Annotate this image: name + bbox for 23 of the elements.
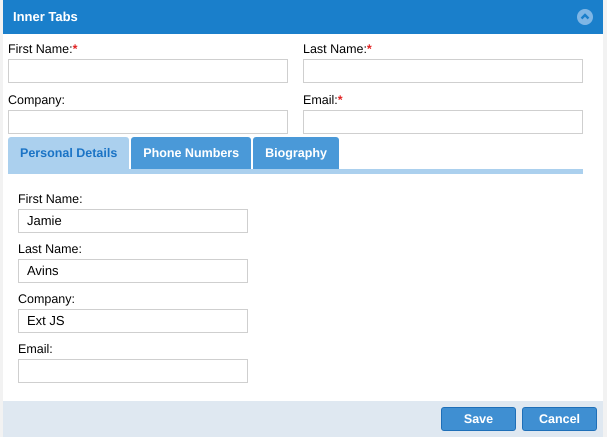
text-field[interactable] — [303, 110, 583, 134]
field-label: Last Name: — [18, 242, 83, 256]
save-button[interactable]: Save — [441, 406, 516, 431]
field-label: Email: — [18, 342, 54, 356]
field-label: First Name: — [18, 192, 84, 206]
panel-title: Inner Tabs — [13, 9, 78, 24]
collapse-icon[interactable] — [577, 8, 593, 25]
tab[interactable]: Biography — [253, 136, 339, 169]
text-field[interactable]: Avins — [18, 258, 248, 283]
text-field[interactable] — [18, 358, 248, 383]
cancel-button[interactable]: Cancel — [522, 406, 597, 431]
field-label: Company: — [18, 292, 76, 306]
text-field[interactable] — [303, 58, 583, 83]
text-field[interactable]: Jamie — [18, 208, 248, 233]
text-field[interactable] — [8, 58, 288, 83]
text-field[interactable] — [8, 110, 288, 134]
tab[interactable]: Phone Numbers — [131, 136, 252, 169]
field-label: Company: — [8, 92, 66, 107]
field-label: First Name:* — [8, 42, 78, 56]
field-label: Email:* — [303, 92, 344, 107]
text-field[interactable]: Ext JS — [18, 308, 248, 333]
field-label: Last Name:* — [303, 42, 373, 56]
tab[interactable]: Personal Details — [8, 136, 130, 169]
